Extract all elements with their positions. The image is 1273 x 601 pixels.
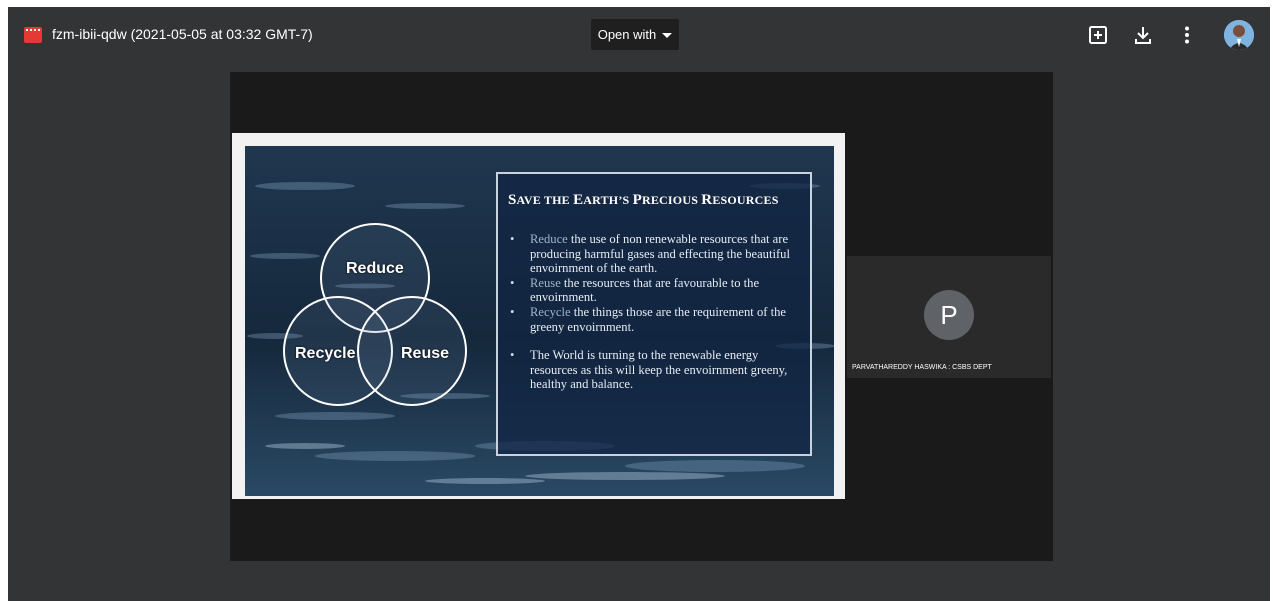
- more-vert-icon[interactable]: [1176, 24, 1198, 46]
- circle-label-recycle: Recycle: [295, 345, 356, 362]
- slide-bullet-list: Reduce the use of non renewable resource…: [510, 232, 806, 392]
- viewer-toolbar: fzm-ibii-qdw (2021-05-05 at 03:32 GMT-7)…: [8, 7, 1270, 63]
- account-avatar[interactable]: [1224, 20, 1254, 50]
- slide-text-box: SAVE THE EARTH’S PRECIOUS RESOURCES Redu…: [496, 172, 812, 456]
- open-with-label: Open with: [597, 27, 657, 42]
- slide-title: SAVE THE EARTH’S PRECIOUS RESOURCES: [508, 192, 779, 208]
- circle-label-reduce: Reduce: [346, 260, 404, 277]
- participant-avatar: P: [924, 290, 974, 340]
- file-title: fzm-ibii-qdw (2021-05-05 at 03:32 GMT-7): [52, 26, 313, 42]
- bullet-item: Recycle the things those are the require…: [510, 305, 806, 334]
- video-file-icon: [24, 27, 42, 43]
- chevron-down-icon: [662, 33, 673, 38]
- bullet-item: The World is turning to the renewable en…: [510, 348, 806, 392]
- download-icon[interactable]: [1132, 24, 1154, 46]
- bullet-item: Reuse the resources that are favourable …: [510, 276, 806, 305]
- participant-name: PARVATHAREDDY HASWIKA : CSBS DEPT: [852, 364, 992, 371]
- add-to-drive-icon[interactable]: [1087, 24, 1109, 46]
- participant-tile: P PARVATHAREDDY HASWIKA : CSBS DEPT: [847, 256, 1051, 378]
- open-with-button[interactable]: Open with: [591, 19, 679, 50]
- bullet-item: Reduce the use of non renewable resource…: [510, 232, 806, 276]
- circle-label-reuse: Reuse: [401, 345, 450, 362]
